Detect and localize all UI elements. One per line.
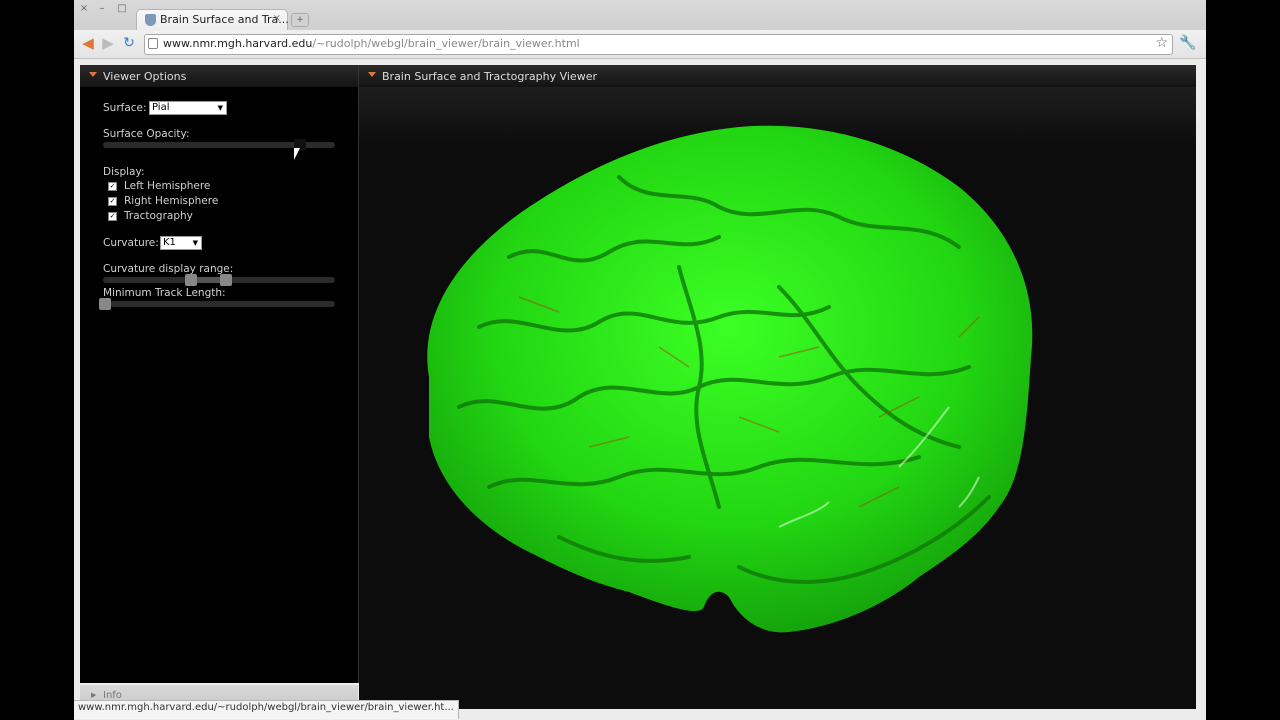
left-hemisphere-checkbox[interactable]: ✓ [108,182,117,191]
curvature-range-label: Curvature display range: [103,263,234,275]
curvature-select[interactable]: K1 ▼ [160,236,202,250]
brain-viewer-panel: Brain Surface and Tractography Viewer [359,65,1196,709]
right-hemisphere-checkbox[interactable]: ✓ [108,197,117,206]
tab-title: Brain Surface and Tra... [160,13,289,26]
window-maximize-button[interactable]: □ [115,3,129,15]
url-text: www.nmr.mgh.harvard.edu/~rudolph/webgl/b… [163,37,580,50]
left-hemisphere-label: Left Hemisphere [124,180,211,192]
surface-opacity-slider[interactable] [103,139,335,151]
viewer-title: Brain Surface and Tractography Viewer [382,70,597,83]
new-tab-button[interactable]: + [291,13,309,27]
url-path: /~rudolph/webgl/brain_viewer/brain_viewe… [312,37,580,50]
forward-arrow-icon[interactable]: ▶ [100,35,116,51]
viewer-options-header[interactable]: Viewer Options [80,65,358,87]
page-content: Viewer Options Surface: Pial ▼ Surface O… [74,59,1206,720]
surface-opacity-label: Surface Opacity: [103,128,190,140]
viewer-header[interactable]: Brain Surface and Tractography Viewer [359,65,1196,87]
curvature-range-low-handle[interactable] [185,274,198,286]
shield-icon [145,14,156,26]
viewer-options-panel: Viewer Options Surface: Pial ▼ Surface O… [80,65,359,683]
curvature-select-value: K1 [163,237,176,248]
mouse-cursor-icon [294,148,300,160]
display-label: Display: [103,166,145,178]
tab-close-icon[interactable]: × [273,13,281,24]
curvature-range-slider[interactable] [103,274,335,286]
window-minimize-button[interactable]: – [95,3,109,15]
surface-select-value: Pial [152,102,170,113]
collapse-caret-icon [368,72,376,77]
back-arrow-icon[interactable]: ◀ [80,35,96,51]
collapse-caret-icon [89,72,97,77]
viewer-options-title: Viewer Options [103,70,187,83]
min-track-length-label: Minimum Track Length: [103,287,226,299]
min-track-length-slider[interactable] [99,298,335,310]
chevron-down-icon: ▼ [192,239,198,247]
webgl-canvas[interactable] [359,87,1196,709]
wrench-icon[interactable]: 🔧 [1179,35,1196,51]
url-host: www.nmr.mgh.harvard.edu [163,37,313,50]
surface-select[interactable]: Pial ▼ [149,101,227,115]
surface-label: Surface: [103,102,147,114]
browser-window: × – □ Brain Surface and Tra... × + ◀ ▶ ↻… [74,0,1206,720]
min-track-length-handle[interactable] [99,298,111,310]
expand-caret-icon: ▶ [91,691,97,699]
tab-brain-viewer[interactable]: Brain Surface and Tra... × [136,9,289,32]
curvature-range-high-handle[interactable] [219,274,232,286]
status-bar: www.nmr.mgh.harvard.edu/~rudolph/webgl/b… [74,700,459,719]
right-hemisphere-label: Right Hemisphere [124,195,219,207]
reload-icon[interactable]: ↻ [121,35,137,51]
brain-surface-render [427,125,1033,633]
chevron-down-icon: ▼ [217,104,223,112]
tractography-checkbox[interactable]: ✓ [108,212,117,221]
tractography-label: Tractography [124,210,193,222]
window-close-button[interactable]: × [77,3,91,15]
bookmark-star-icon[interactable]: ☆ [1155,35,1168,51]
address-bar[interactable]: www.nmr.mgh.harvard.edu/~rudolph/webgl/b… [144,34,1173,55]
tab-strip: × – □ Brain Surface and Tra... × + [74,0,1206,32]
curvature-label: Curvature: [103,237,159,249]
browser-toolbar: ◀ ▶ ↻ www.nmr.mgh.harvard.edu/~rudolph/w… [74,30,1206,59]
page-icon [148,38,158,49]
